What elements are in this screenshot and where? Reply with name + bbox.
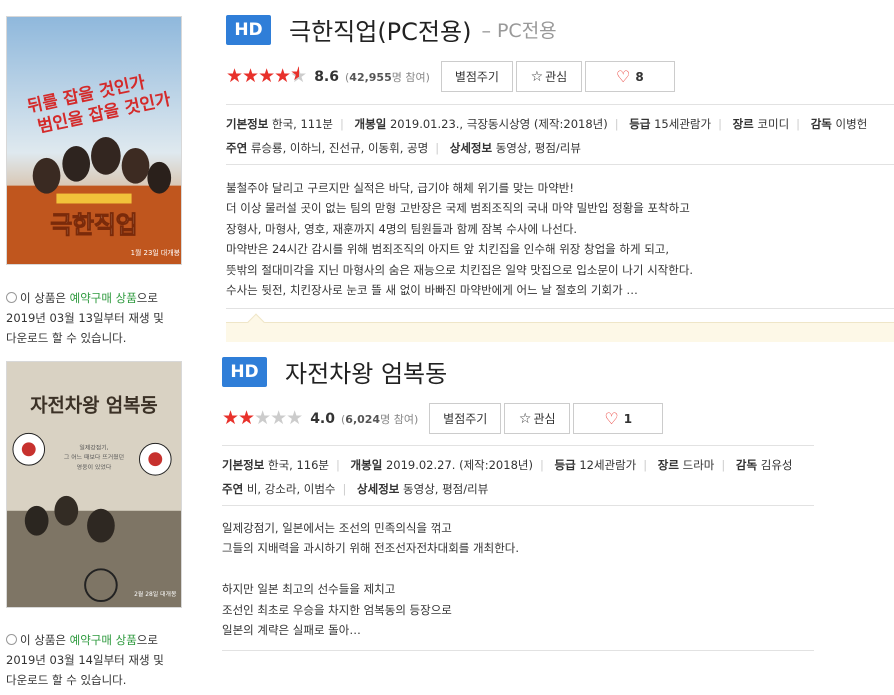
info-row-1: 기본정보 한국, 111분 | 개봉일 2019.01.23., 극장동시상영 (… <box>226 117 868 131</box>
movie-item: 뒤를 잡을 것인가 범인을 잡을 것인가 극한직업 1월 23일 대개봉 이 상… <box>0 0 894 345</box>
poster-image: 뒤를 잡을 것인가 범인을 잡을 것인가 극한직업 1월 23일 대개봉 <box>7 17 181 264</box>
star-rating: ★★★★★ <box>222 407 303 429</box>
divider <box>222 505 814 506</box>
divider <box>226 308 894 309</box>
synopsis-expand-area[interactable] <box>226 313 894 342</box>
title-row: HD 극한직업(PC전용) – PC전용 <box>226 12 557 47</box>
movie-title[interactable]: 극한직업(PC전용) <box>289 12 471 47</box>
rating-score: 4.0 <box>310 410 335 427</box>
svg-text:그 어느 때보다 뜨거웠던: 그 어느 때보다 뜨거웠던 <box>64 453 124 461</box>
preorder-highlight: 예약구매 상품 <box>69 633 137 647</box>
vote-count: (42,955명 참여) <box>345 70 430 84</box>
favorite-button[interactable]: ☆ 관심 <box>504 403 571 434</box>
info-row-2: 주연 류승룡, 이하늬, 진선규, 이동휘, 공명 | 상세정보 동영상, 평점/… <box>226 141 581 155</box>
detail-links[interactable]: 동영상, 평점/리뷰 <box>496 141 581 155</box>
rating-row: ★★★★★ 4.0 (6,024명 참여) 별점주기 ☆ 관심 ♡ 1 <box>222 403 664 434</box>
movie-info: 기본정보 한국, 111분 | 개봉일 2019.01.23., 극장동시상영 (… <box>226 112 867 160</box>
preorder-highlight: 예약구매 상품 <box>69 291 137 305</box>
hd-badge: HD <box>226 14 271 45</box>
info-circle-icon <box>6 634 17 645</box>
movie-subtitle: – PC전용 <box>481 20 557 42</box>
movie-poster[interactable]: 자전차왕 엄복동 일제강점기, 그 어느 때보다 뜨거웠던 영웅이 있었다 2월… <box>6 361 182 608</box>
svg-text:영웅이 있었다: 영웅이 있었다 <box>77 463 112 471</box>
star-outline-icon: ☆ <box>518 410 532 427</box>
poster-release: 1월 23일 대개봉 <box>131 248 180 257</box>
movie-poster[interactable]: 뒤를 잡을 것인가 범인을 잡을 것인가 극한직업 1월 23일 대개봉 <box>6 16 182 265</box>
star-outline-icon: ☆ <box>530 68 544 85</box>
divider <box>226 104 894 105</box>
poster-title: 자전차왕 엄복동 <box>30 395 157 417</box>
movie-title[interactable]: 자전차왕 엄복동 <box>285 354 447 389</box>
title-row: HD 자전차왕 엄복동 <box>222 354 447 389</box>
divider <box>222 445 814 446</box>
rating-row: ★★★★ ★ ★ 8.6 (42,955명 참여) 별점주기 ☆ 관심 ♡ 8 <box>226 61 675 92</box>
vote-count: (6,024명 참여) <box>341 412 419 426</box>
poster-image: 자전차왕 엄복동 일제강점기, 그 어느 때보다 뜨거웠던 영웅이 있었다 2월… <box>7 362 181 607</box>
divider <box>226 164 894 165</box>
movie-item: 자전차왕 엄복동 일제강점기, 그 어느 때보다 뜨거웠던 영웅이 있었다 2월… <box>0 345 894 695</box>
like-button[interactable]: ♡ 8 <box>584 61 675 92</box>
like-button[interactable]: ♡ 1 <box>573 403 664 434</box>
preorder-notice: 이 상품은 예약구매 상품으로 2019년 03월 14일부터 재생 및 다운로… <box>6 633 164 687</box>
rating-score: 8.6 <box>314 68 339 85</box>
synopsis: 일제강점기, 일본에서는 조선의 민족의식을 꺾고 그들의 지배력을 과시하기 … <box>222 521 520 638</box>
detail-links[interactable]: 동영상, 평점/리뷰 <box>403 482 488 496</box>
svg-text:일제강점기,: 일제강점기, <box>79 443 108 451</box>
poster-title: 극한직업 <box>50 211 137 239</box>
poster-release: 2월 28일 대개봉 <box>134 590 177 598</box>
favorite-button[interactable]: ☆ 관심 <box>515 61 582 92</box>
info-circle-icon <box>6 292 17 303</box>
rate-button[interactable]: 별점주기 <box>440 61 513 92</box>
divider <box>222 650 814 651</box>
heart-icon: ♡ <box>616 67 631 86</box>
heart-icon: ♡ <box>604 409 619 428</box>
info-row-1: 기본정보 한국, 116분 | 개봉일 2019.02.27. (제작:2018년… <box>222 458 793 472</box>
synopsis: 불철주야 달리고 구르지만 실적은 바닥, 급기야 해체 위기를 맞는 마약반!… <box>226 181 694 298</box>
rate-button[interactable]: 별점주기 <box>429 403 502 434</box>
movie-info: 기본정보 한국, 116분 | 개봉일 2019.02.27. (제작:2018년… <box>222 453 792 501</box>
preorder-notice: 이 상품은 예약구매 상품으로 2019년 03월 13일부터 재생 및 다운로… <box>6 291 164 345</box>
hd-badge: HD <box>222 356 267 387</box>
info-row-2: 주연 비, 강소라, 이범수 | 상세정보 동영상, 평점/리뷰 <box>222 482 489 496</box>
star-rating: ★★★★ ★ ★ <box>226 65 307 87</box>
